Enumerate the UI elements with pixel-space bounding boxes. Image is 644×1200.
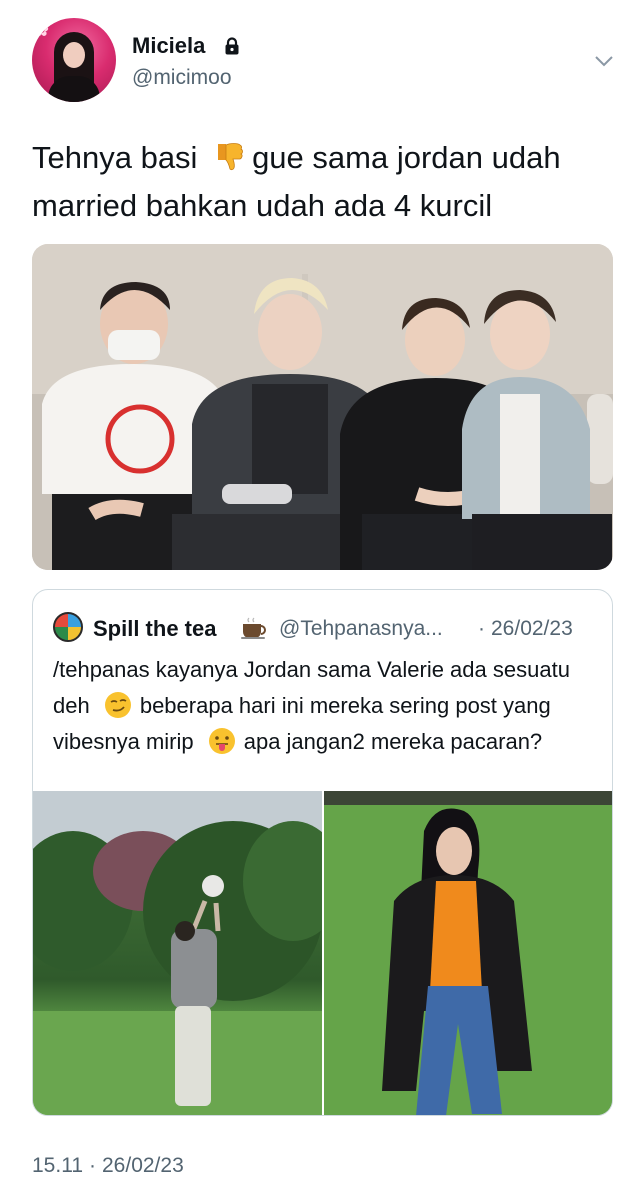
quoted-handle[interactable]: @Tehpanasnya...: [279, 617, 443, 641]
author-handle[interactable]: @micimoo: [132, 66, 232, 90]
field-photo-illustration: [324, 791, 612, 1115]
group-photo-illustration: [32, 244, 613, 570]
avatar-face: [63, 42, 85, 68]
timestamp-separator: ·: [89, 1154, 96, 1177]
quoted-separator: ·: [478, 617, 485, 640]
timestamp-date: 26/02/23: [102, 1154, 184, 1177]
quoted-display-name[interactable]: Spill the tea: [93, 616, 216, 642]
coffee-icon: [241, 617, 266, 639]
quoted-date[interactable]: 26/02/23: [491, 617, 573, 641]
smirking-face-icon: [104, 692, 131, 718]
quoted-text-part3: apa jangan2 mereka pacaran?: [243, 729, 543, 754]
tongue-face-icon: [208, 728, 235, 754]
chevron-down-icon[interactable]: [594, 54, 614, 68]
quoted-avatar[interactable]: [53, 612, 83, 642]
tweet-photo[interactable]: [32, 244, 613, 570]
tweet-text: Tehnya basi gue sama jordan udah married…: [32, 134, 622, 230]
timestamp-time: 15.11: [32, 1154, 83, 1177]
lock-icon: [225, 37, 239, 55]
tweet-timestamp[interactable]: 15.11 · 26/02/23: [32, 1154, 190, 1178]
garden-photo-illustration: [33, 791, 322, 1115]
tweet-text-part1: Tehnya basi: [32, 140, 207, 175]
quoted-photo-right[interactable]: [324, 791, 612, 1115]
display-name[interactable]: Miciela: [132, 33, 205, 59]
avatar-decoration: ✿: [34, 20, 50, 40]
quoted-tweet[interactable]: Spill the tea @Tehpanasnya... · 26/02/23…: [32, 589, 613, 1116]
quoted-photo-left[interactable]: [33, 791, 322, 1115]
tweet: ✿ Miciela @micimoo Tehnya basi gue sama …: [0, 0, 644, 1200]
quoted-text: /tehpanas kayanya Jordan sama Valerie ad…: [53, 652, 598, 760]
thumbs-down-icon: [218, 143, 243, 171]
avatar[interactable]: ✿: [32, 18, 116, 102]
